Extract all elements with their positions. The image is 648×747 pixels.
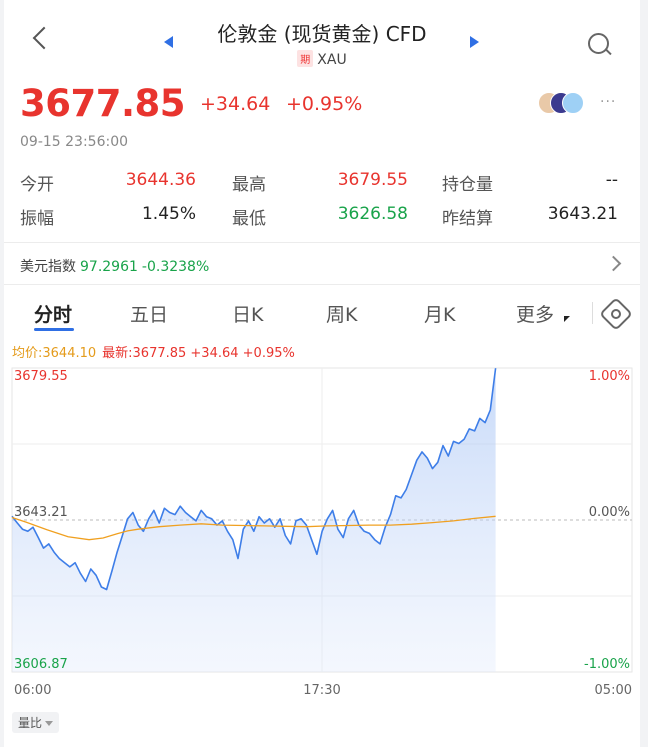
chart-tabs: 分时 五日 日K 周K 月K 更多 (4, 294, 640, 334)
price-change: +34.64 (200, 93, 271, 115)
next-symbol-icon[interactable] (470, 36, 479, 48)
stat-value-amplitude: 1.45% (141, 204, 196, 224)
divider (4, 242, 640, 243)
stat-label-amplitude: 振幅 (20, 209, 54, 229)
stat-value-open: 3644.36 (125, 170, 196, 190)
volume-ratio-label: 量比 (18, 716, 43, 730)
x-tick-label: 17:30 (303, 683, 340, 698)
tab-more[interactable]: 更多 (516, 300, 554, 327)
stat-value-low: 3626.58 (337, 204, 408, 224)
y-tick-label-right: -1.00% (584, 657, 630, 672)
futures-badge: 期 (297, 50, 314, 67)
caret-down-icon (45, 721, 54, 726)
back-icon[interactable] (32, 26, 56, 50)
settings-icon[interactable] (599, 297, 633, 331)
intraday-chart[interactable]: 3679.55 3643.21 3606.87 1.00% 0.00% -1.00% 06:… (4, 360, 640, 712)
chart-legend: 均价:3644.10 最新:3677.85 +34.64 +0.95% (12, 342, 295, 361)
stat-label-prev-settle: 昨结算 (442, 209, 493, 229)
tab-daily-k[interactable]: 日K (232, 300, 263, 327)
avatar (562, 92, 584, 114)
quote-card: 伦敦金 (现货黄金) CFD 期 XAU 3677.85 +34.64 +0.95… (4, 0, 640, 747)
y-tick-label-left: 3679.55 (14, 369, 68, 384)
stat-value-high: 3679.55 (337, 170, 408, 190)
stat-label-high: 最高 (232, 175, 266, 195)
active-tab-indicator (34, 328, 74, 331)
tab-monthly-k[interactable]: 月K (424, 300, 455, 327)
chevron-right-icon[interactable] (605, 255, 622, 272)
y-tick-label-left: 3606.87 (14, 657, 68, 672)
stat-label-open: 今开 (20, 175, 54, 195)
usd-index-label: 美元指数 (20, 259, 76, 275)
page-title: 伦敦金 (现货黄金) CFD (217, 22, 427, 46)
stat-value-prev-settle: 3643.21 (547, 204, 618, 224)
y-tick-label-right: 1.00% (589, 369, 630, 384)
x-tick-label: 06:00 (14, 683, 51, 698)
legend-latest: 最新:3677.85 +34.64 +0.95% (102, 346, 295, 361)
last-price: 3677.85 (20, 82, 186, 125)
divider (4, 284, 640, 285)
volume-ratio-button[interactable]: 量比 (12, 712, 60, 733)
price-change-percent: +0.95% (286, 93, 363, 115)
divider (592, 302, 593, 324)
y-tick-label-right: 0.00% (589, 505, 630, 520)
header: 伦敦金 (现货黄金) CFD 期 XAU (4, 0, 640, 78)
x-tick-label: 05:00 (595, 683, 632, 698)
quote-timestamp: 09-15 23:56:00 (20, 134, 129, 150)
y-tick-label-left: 3643.21 (14, 505, 68, 520)
stat-label-open-interest: 持仓量 (442, 175, 493, 195)
stat-label-low: 最低 (232, 209, 266, 229)
legend-average: 均价:3644.10 (12, 346, 97, 361)
usd-index-row[interactable]: 美元指数 97.2961 -0.3238% (20, 256, 209, 276)
stat-value-open-interest: -- (605, 170, 618, 190)
community-avatars[interactable] (538, 92, 598, 114)
tab-intraday[interactable]: 分时 (34, 300, 72, 327)
prev-symbol-icon[interactable] (164, 36, 173, 48)
symbol-code: XAU (317, 52, 347, 68)
symbol-subtitle: 期 XAU (184, 50, 460, 68)
search-icon[interactable] (588, 33, 609, 54)
more-icon[interactable]: ··· (600, 94, 616, 110)
usd-index-change: -0.3238% (141, 259, 210, 275)
tab-five-day[interactable]: 五日 (130, 300, 168, 327)
tab-weekly-k[interactable]: 周K (326, 300, 357, 327)
caret-icon (564, 316, 570, 322)
usd-index-value: 97.2961 (80, 259, 138, 275)
